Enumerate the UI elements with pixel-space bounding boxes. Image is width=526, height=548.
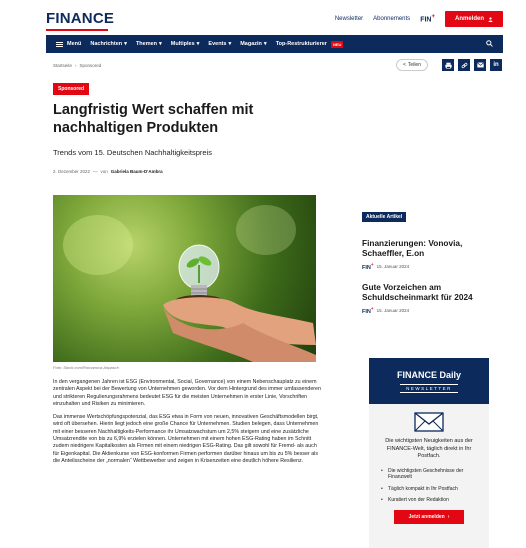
login-button[interactable]: Anmelden: [444, 11, 503, 27]
chevron-down-icon: ▾: [124, 41, 127, 47]
breadcrumb: Startseite › Sponsored: [53, 63, 101, 68]
nav-item-multiples[interactable]: Multiples ▾: [171, 41, 200, 47]
fin-plus-mark: +: [431, 14, 435, 21]
fin-label: FIN: [420, 16, 432, 24]
sidebar-article[interactable]: Finanzierungen: Vonovia, Schaeffler, E.o…: [362, 238, 504, 271]
top-bar: FINANCE Newsletter Abonnements FIN+ Anme…: [46, 8, 503, 31]
sidebar-article[interactable]: Gute Vorzeichen am Schuldscheinmarkt für…: [362, 282, 504, 315]
login-label: Anmelden: [454, 16, 484, 22]
sidebar-article-date: 15. Januar 2024: [376, 307, 410, 313]
sidebar-label: Aktuelle Artikel: [362, 212, 407, 222]
nav-item-themen[interactable]: Themen ▾: [136, 41, 162, 47]
user-icon: [488, 16, 493, 22]
sponsored-badge: Sponsored: [53, 83, 90, 95]
main-nav: Menü Nachrichten ▾ Themen ▾ Multiples ▾ Eve…: [46, 35, 503, 53]
share-button[interactable]: < Teilen: [396, 59, 428, 71]
article-subtitle: Trends vom 15. Deutschen Nachhaltigkeits…: [53, 148, 212, 157]
search-icon[interactable]: [486, 39, 493, 49]
chevron-down-icon: ▾: [196, 41, 200, 47]
author-link[interactable]: Gabriela Baum-D'Ambra: [111, 169, 163, 174]
newsletter-benefit: Täglich kompakt in Ihr Postfach: [381, 486, 479, 493]
fin-plus-icon: FIN+: [362, 262, 374, 271]
share-row: < Teilen in: [396, 59, 502, 71]
article-paragraph: Das immense Wertschöpfungspotenzial, das…: [53, 414, 319, 464]
share-icon: <: [403, 62, 406, 68]
source-label: FIN: [362, 264, 371, 271]
article-title: Langfristig Wert schaffen mit nachhaltig…: [53, 102, 254, 136]
sidebar-article-title[interactable]: Gute Vorzeichen am Schuldscheinmarkt für…: [362, 282, 504, 302]
sidebar-article-title[interactable]: Finanzierungen: Vonovia, Schaeffler, E.o…: [362, 238, 504, 258]
byline-prefix: von: [100, 169, 108, 174]
chevron-down-icon: ▾: [159, 41, 162, 47]
newsletter-benefit: Die wichtigsten Geschehnisse der Finanzw…: [381, 468, 479, 481]
newsletter-subtitle: NEWSLETTER: [400, 383, 458, 393]
image-caption: Foto: Stock.com/Romanova Anpasch: [53, 365, 119, 370]
sidebar-article-meta: FIN+ 15. Januar 2024: [362, 262, 504, 271]
byline-separator: —: [93, 169, 98, 174]
logo[interactable]: FINANCE: [46, 10, 115, 31]
nav-item-label: Themen: [135, 41, 158, 47]
chevron-right-icon: ›: [447, 513, 450, 520]
share-label: Teilen: [407, 62, 421, 68]
article-date: 2. Dezember 2022: [53, 169, 91, 174]
hands-lightbulb-illustration: [163, 244, 316, 362]
nav-item-label: Events: [208, 41, 227, 47]
newsletter-header: FINANCE Daily NEWSLETTER: [369, 358, 489, 404]
source-label: FIN: [362, 308, 371, 315]
nav-item-events[interactable]: Events ▾: [208, 41, 231, 47]
new-badge: NEU: [330, 40, 344, 48]
fin-plus-link[interactable]: FIN+: [420, 14, 435, 23]
fin-plus-icon: FIN+: [362, 306, 374, 315]
sidebar-article-meta: FIN+ 15. Januar 2024: [362, 306, 504, 315]
envelope-icon: [414, 412, 444, 432]
linkedin-icon[interactable]: in: [490, 59, 502, 71]
hero-image: [53, 195, 316, 362]
logo-text: FINANCE: [46, 10, 115, 27]
newsletter-benefits: Die wichtigsten Geschehnisse der Finanzw…: [369, 461, 489, 504]
newsletter-description: Die wichtigsten Neuigkeiten aus der FINA…: [385, 438, 473, 459]
newsletter-signup-label: Jetzt anmelden: [408, 513, 445, 520]
newsletter-title: FINANCE Daily: [396, 369, 461, 380]
nav-item-top-restrukturierer[interactable]: Top-Restrukturierer NEU: [275, 40, 344, 48]
newsletter-benefit: Kuratiert von der Redaktion: [381, 497, 479, 504]
chevron-down-icon: ▾: [228, 41, 232, 47]
mail-icon[interactable]: [474, 59, 486, 71]
nav-item-label: Magazin: [240, 41, 262, 47]
nav-item-label: Top-Restrukturierer: [275, 41, 327, 47]
abonnements-link[interactable]: Abonnements: [373, 16, 410, 22]
chevron-down-icon: ▾: [263, 41, 267, 47]
sidebar-article-date: 15. Januar 2024: [376, 263, 410, 269]
link-icon[interactable]: [458, 59, 470, 71]
menu-label: Menü: [67, 41, 82, 47]
newsletter-signup-button[interactable]: Jetzt anmelden ›: [394, 509, 464, 524]
nav-item-magazin[interactable]: Magazin ▾: [240, 41, 266, 47]
breadcrumb-separator: ›: [75, 63, 77, 68]
nav-item-nachrichten[interactable]: Nachrichten ▾: [90, 41, 127, 47]
nav-item-label: Multiples: [170, 41, 195, 47]
newsletter-link[interactable]: Newsletter: [335, 16, 363, 22]
fin-plus-mark: +: [370, 262, 374, 267]
menu-button[interactable]: Menü: [56, 41, 81, 47]
breadcrumb-current[interactable]: Sponsored: [80, 63, 102, 68]
fin-plus-mark: +: [370, 306, 374, 311]
nav-item-label: Nachrichten: [90, 41, 123, 47]
article-paragraph: In den vergangenen Jahren ist ESG (Envir…: [53, 379, 321, 407]
top-links: Newsletter Abonnements FIN+ Anmelden: [335, 11, 503, 27]
print-icon[interactable]: [442, 59, 454, 71]
hamburger-icon: [56, 41, 63, 47]
article-page: FINANCE Newsletter Abonnements FIN+ Anme…: [0, 0, 526, 548]
byline: 2. Dezember 2022 — von Gabriela Baum-D'A…: [53, 169, 163, 174]
newsletter-box: FINANCE Daily NEWSLETTER Die wichtigsten…: [369, 358, 489, 548]
breadcrumb-home[interactable]: Startseite: [53, 63, 72, 68]
logo-underline: [46, 29, 108, 31]
article-body: In den vergangenen Jahren ist ESG (Envir…: [53, 379, 323, 471]
